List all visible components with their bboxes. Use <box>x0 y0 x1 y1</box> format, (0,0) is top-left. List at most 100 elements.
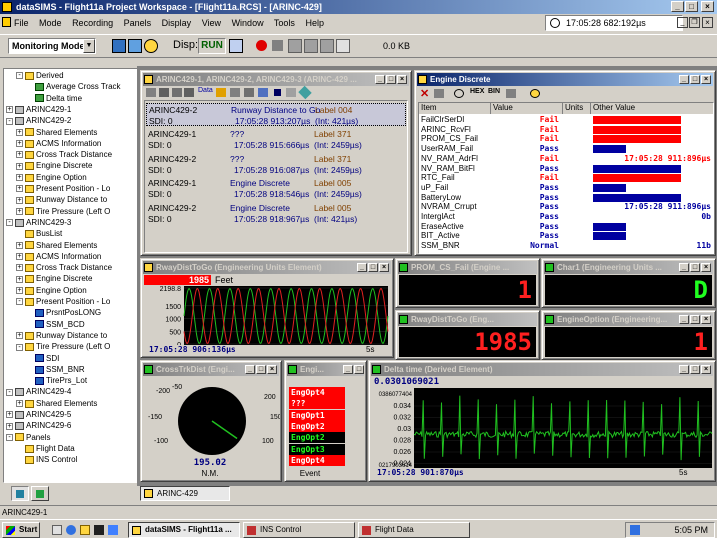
tree-node[interactable]: - ARINC429-4 <box>6 386 71 397</box>
tree-node[interactable]: + ARINC429-1 <box>6 104 71 115</box>
rway-chart-maximize[interactable]: □ <box>368 263 378 272</box>
chevron-down-icon[interactable]: ▼ <box>83 39 95 53</box>
doc-icon[interactable] <box>2 17 11 27</box>
delete-icon[interactable]: ✕ <box>420 87 429 100</box>
tree-node[interactable]: + ACMS Information <box>16 251 101 262</box>
expand-icon[interactable]: + <box>16 287 23 295</box>
tree-node[interactable]: - Tire Pressure (Left O <box>16 341 110 352</box>
menu-file[interactable]: File <box>14 18 29 28</box>
quicklaunch-app-icon[interactable] <box>108 525 118 535</box>
diamond-icon[interactable] <box>298 85 312 100</box>
table-row[interactable]: RTC_Fail Fail <box>419 173 687 183</box>
mail-icon[interactable] <box>216 88 226 97</box>
char1-minimize[interactable]: _ <box>679 263 689 272</box>
bus-monitor-titlebar[interactable]: ARINC429-1, ARINC429-2, ARINC429-3 (ARIN… <box>143 73 409 86</box>
table-row[interactable]: ARINC_RcvFl Fail <box>419 125 687 135</box>
prom-window[interactable]: PROM_CS_Fail (Engine ... 1 <box>395 258 540 308</box>
rway-chart-titlebar[interactable]: RwayDistToGo (Engineering Units Element)… <box>143 261 391 274</box>
tree-node[interactable]: Delta time <box>26 93 82 104</box>
delta-minimize[interactable]: _ <box>679 365 689 374</box>
tree-node[interactable]: + ACMS Information <box>16 138 101 149</box>
table-row[interactable]: FailClrSerDl Fail <box>419 115 687 125</box>
table-row[interactable]: NVRAM_Crrupt Pass 17:05:28 911:896µs <box>419 202 711 212</box>
bus-monitor-minimize[interactable]: _ <box>375 75 385 84</box>
crosstrk-titlebar[interactable]: CrossTrkDist (Engi... _ □ × <box>143 363 279 376</box>
tree-node[interactable]: + Engine Option <box>16 172 87 183</box>
tree-node[interactable]: BusList <box>16 228 62 239</box>
table-row[interactable]: EraseActive Pass <box>419 222 687 232</box>
expand-icon[interactable]: + <box>16 185 23 193</box>
table-row[interactable]: NV_RAM_AdrFl Fail 17:05:28 911:896µs <box>419 154 711 164</box>
config-icon[interactable] <box>184 88 194 97</box>
tree-node[interactable]: + Present Position - Lo <box>16 183 110 194</box>
tree-node[interactable]: + Runway Distance to <box>16 194 107 205</box>
table-row[interactable]: BIT_Active Pass <box>419 231 687 241</box>
expand-icon[interactable]: + <box>16 128 23 136</box>
clock-small-icon[interactable] <box>454 89 464 98</box>
hex-icon[interactable]: HEX <box>470 88 484 95</box>
tree-node[interactable]: + Runway Distance to <box>16 330 107 341</box>
crosstrk-close[interactable]: × <box>267 365 277 374</box>
col-item[interactable]: Item <box>419 103 491 114</box>
expand-icon[interactable]: + <box>16 140 23 148</box>
tree-node[interactable]: INS Control <box>16 454 77 465</box>
tree-node[interactable]: + Cross Track Distance <box>16 149 112 160</box>
menu-view[interactable]: View <box>202 18 221 28</box>
engine-discrete-titlebar[interactable]: Engine Discrete _ □ × <box>417 73 713 86</box>
table-row[interactable]: SSM_BNR Normal 11b <box>419 241 711 251</box>
delta-close[interactable]: × <box>701 365 711 374</box>
tree-node[interactable]: Flight Data <box>16 443 75 454</box>
bus-monitor-maximize[interactable]: □ <box>386 75 396 84</box>
start-button[interactable]: Start <box>2 522 40 538</box>
tree-node[interactable]: Average Cross Track <box>26 81 121 92</box>
menu-display[interactable]: Display <box>162 18 192 28</box>
collapse-icon[interactable]: - <box>6 433 13 441</box>
tree-node[interactable]: + Engine Discrete <box>16 273 92 284</box>
tree-node[interactable]: SSM_BCD <box>26 319 85 330</box>
menu-tools[interactable]: Tools <box>274 18 295 28</box>
tab-tree-view[interactable] <box>11 486 29 501</box>
quicklaunch-ie-icon[interactable] <box>66 525 76 535</box>
record-mode-icon[interactable] <box>230 88 240 97</box>
tree-node[interactable]: + Shared Elements <box>16 127 97 138</box>
expand-icon[interactable]: + <box>16 207 23 215</box>
quicklaunch-explorer-icon[interactable] <box>80 525 90 535</box>
delta-titlebar[interactable]: Delta time (Derived Element) _ □ × <box>371 363 713 376</box>
expand-icon[interactable]: + <box>16 196 23 204</box>
crosstrk-maximize[interactable]: □ <box>256 365 266 374</box>
clear-icon[interactable] <box>286 88 296 97</box>
col-value[interactable]: Value <box>491 103 563 114</box>
crosstrk-window[interactable]: CrossTrkDist (Engi... _ □ × -200 -150 -100 -5… <box>140 360 282 482</box>
table-row[interactable]: BatteryLow Pass <box>419 193 687 203</box>
tree-node[interactable]: + Shared Elements <box>16 240 97 251</box>
bus-message-list[interactable]: ARINC429-2 Runway Distance to Go Label 004… <box>144 100 408 253</box>
mdi-restore-button[interactable]: ❐ <box>689 17 700 28</box>
engine-discrete-window[interactable]: Engine Discrete _ □ × ✕ HEX BIN Item Value… <box>414 70 716 256</box>
close-button[interactable]: × <box>701 1 714 12</box>
engine-discrete-close[interactable]: × <box>701 75 711 84</box>
bus-config-icon[interactable] <box>128 39 142 53</box>
expand-icon[interactable]: + <box>16 400 23 408</box>
quicklaunch-desktop-icon[interactable] <box>52 525 62 535</box>
event-window[interactable]: Engi... _ □ EngOpt4??? EngOpt1 EngOpt2 EngOp… <box>284 360 367 482</box>
engopt-minimize[interactable]: _ <box>679 315 689 324</box>
mdi-minimize-button[interactable]: _ <box>677 17 688 28</box>
collapse-icon[interactable]: - <box>6 388 13 396</box>
tree-node[interactable]: SDI <box>26 353 59 364</box>
network-tray-icon[interactable] <box>630 525 640 535</box>
tree-node[interactable]: - Present Position - Lo <box>16 296 110 307</box>
network-icon[interactable] <box>112 39 126 53</box>
table-row[interactable]: uP_Fail Pass <box>419 183 687 193</box>
bus-monitor-window[interactable]: ARINC429-1, ARINC429-2, ARINC429-3 (ARIN… <box>140 70 412 256</box>
table-row[interactable]: InterglAct Pass 0b <box>419 212 711 222</box>
collapse-icon[interactable]: - <box>16 72 23 80</box>
engopt-maximize[interactable]: □ <box>690 315 700 324</box>
expand-icon[interactable]: + <box>6 106 13 114</box>
tree-node[interactable]: + Shared Elements <box>16 398 97 409</box>
tree-node[interactable]: PrsntPosLONG <box>26 307 101 318</box>
maximize-button[interactable]: □ <box>685 1 698 12</box>
tray-clock[interactable]: 5:05 PM <box>674 525 708 535</box>
bus-message-row[interactable]: ARINC429-2 Runway Distance to Go Label 004… <box>146 103 406 126</box>
smiley-small-icon[interactable] <box>530 89 540 98</box>
expand-icon[interactable]: + <box>16 241 23 249</box>
